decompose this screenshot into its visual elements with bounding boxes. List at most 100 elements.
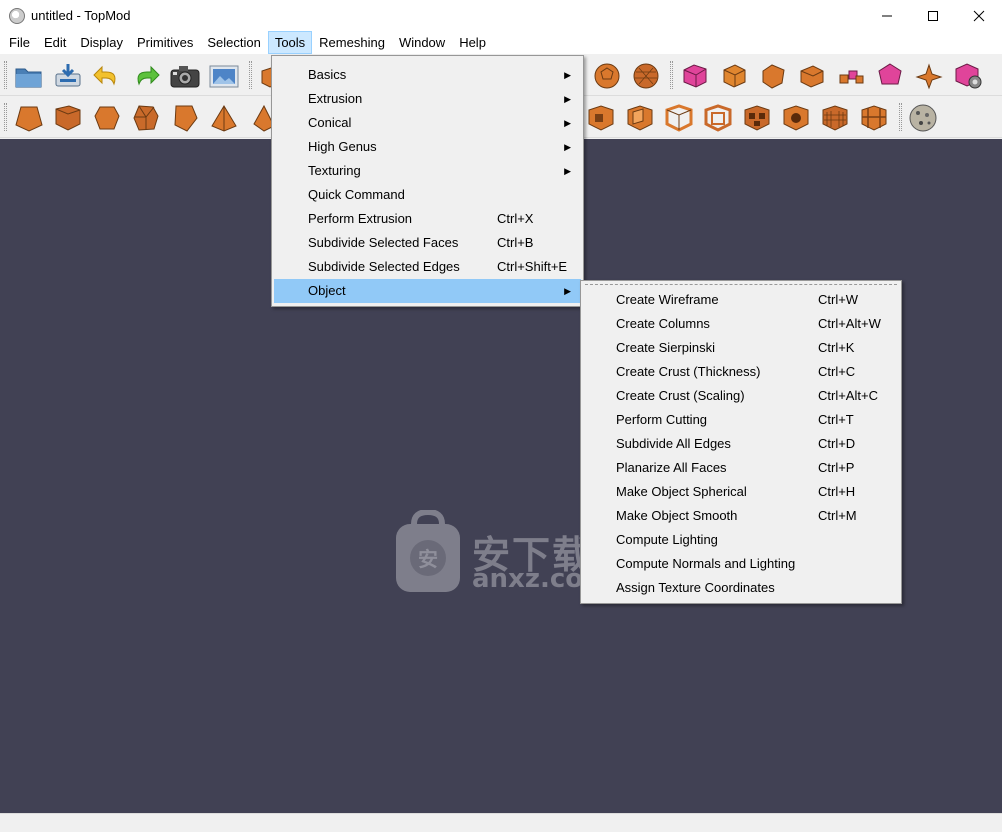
wire-cube-icon[interactable] [740, 101, 774, 135]
menu-bar: File Edit Display Primitives Selection T… [0, 31, 1002, 54]
open-box-icon[interactable] [623, 101, 657, 135]
pentagon-solid-icon[interactable] [90, 101, 124, 135]
box-cup-icon[interactable] [51, 101, 85, 135]
object-item-subdivide-all-edges[interactable]: Subdivide All Edges Ctrl+D [581, 432, 901, 456]
object-item-create-sierpinski[interactable]: Create Sierpinski Ctrl+K [581, 336, 901, 360]
save-icon[interactable] [51, 59, 85, 93]
menu-item-label: High Genus [308, 139, 377, 154]
menu-selection[interactable]: Selection [200, 31, 267, 54]
object-item-crust-scaling[interactable]: Create Crust (Scaling) Ctrl+Alt+C [581, 384, 901, 408]
tools-item-subdivide-edges[interactable]: Subdivide Selected Edges Ctrl+Shift+E [272, 255, 583, 279]
toolbar-separator [899, 103, 902, 131]
tools-item-extrusion[interactable]: Extrusion ▶ [272, 87, 583, 111]
menu-window[interactable]: Window [392, 31, 452, 54]
pink-dodecahedron-icon[interactable] [873, 59, 907, 93]
object-submenu: Create Wireframe Ctrl+W Create Columns Ctr… [580, 280, 902, 604]
tools-item-high-genus[interactable]: High Genus ▶ [272, 135, 583, 159]
mesh-cube-icon[interactable] [857, 101, 891, 135]
menu-item-label: Quick Command [308, 187, 405, 202]
menu-item-shortcut: Ctrl+B [497, 235, 534, 250]
prism-solid-icon[interactable] [168, 101, 202, 135]
object-item-make-spherical[interactable]: Make Object Spherical Ctrl+H [581, 480, 901, 504]
menu-item-shortcut: Ctrl+Shift+E [497, 259, 568, 274]
orange-cube-icon[interactable] [717, 59, 751, 93]
star-arms-icon[interactable] [912, 59, 946, 93]
tools-item-object[interactable]: Object ▶ [274, 279, 581, 303]
screenshot-camera-icon[interactable] [168, 59, 202, 93]
open-folder-icon[interactable] [12, 59, 46, 93]
menu-edit[interactable]: Edit [37, 31, 73, 54]
pyramid-frustum-icon[interactable] [12, 101, 46, 135]
menu-item-label: Create Sierpinski [616, 340, 715, 355]
watermark-badge: 安 [418, 547, 438, 571]
object-item-compute-lighting[interactable]: Compute Lighting [581, 528, 901, 552]
menu-item-label: Create Wireframe [616, 292, 719, 307]
toolbar-separator [670, 61, 673, 89]
tools-item-perform-extrusion[interactable]: Perform Extrusion Ctrl+X [272, 207, 583, 231]
tools-menu: Basics ▶ Extrusion ▶ Conical ▶ High Genus ▶ … [271, 55, 584, 307]
tear-off-line[interactable] [585, 284, 897, 285]
menu-primitives[interactable]: Primitives [130, 31, 200, 54]
menu-item-shortcut: Ctrl+W [818, 292, 859, 307]
menu-tools[interactable]: Tools [267, 31, 313, 54]
faceted-solid-icon[interactable] [129, 101, 163, 135]
submenu-arrow-icon: ▶ [564, 286, 571, 296]
toolbar-grip[interactable] [4, 103, 7, 131]
tools-item-quick-command[interactable]: Quick Command [272, 183, 583, 207]
menu-item-label: Compute Lighting [616, 532, 718, 547]
menu-display[interactable]: Display [73, 31, 130, 54]
tools-item-conical[interactable]: Conical ▶ [272, 111, 583, 135]
menu-item-label: Perform Extrusion [308, 211, 413, 226]
cube-cluster-icon[interactable] [834, 59, 868, 93]
object-item-make-smooth[interactable]: Make Object Smooth Ctrl+M [581, 504, 901, 528]
minimize-icon[interactable] [864, 0, 910, 31]
render-image-icon[interactable] [207, 59, 241, 93]
object-item-create-wireframe[interactable]: Create Wireframe Ctrl+W [581, 288, 901, 312]
edge-cube-icon[interactable] [795, 59, 829, 93]
tools-item-subdivide-faces[interactable]: Subdivide Selected Faces Ctrl+B [272, 231, 583, 255]
submenu-arrow-icon: ▶ [564, 70, 571, 80]
menu-item-shortcut: Ctrl+T [818, 412, 854, 427]
object-item-planarize-faces[interactable]: Planarize All Faces Ctrl+P [581, 456, 901, 480]
object-item-crust-thickness[interactable]: Create Crust (Thickness) Ctrl+C [581, 360, 901, 384]
pink-cube-icon[interactable] [678, 59, 712, 93]
title-bar: untitled - TopMod [0, 0, 1002, 31]
hollow-box-icon[interactable] [584, 101, 618, 135]
textured-sphere-icon[interactable] [906, 101, 940, 135]
menu-item-shortcut: Ctrl+X [497, 211, 534, 226]
soccer-ball-icon[interactable] [590, 59, 624, 93]
watermark: 安 安下载 anxz.com [392, 510, 612, 600]
tetra-solid-icon[interactable] [207, 101, 241, 135]
menu-file[interactable]: File [2, 31, 37, 54]
tools-item-basics[interactable]: Basics ▶ [272, 63, 583, 87]
settings-cube-icon[interactable] [951, 59, 985, 93]
status-bar [0, 813, 1002, 832]
menu-item-label: Extrusion [308, 91, 363, 106]
redo-icon[interactable] [129, 59, 163, 93]
menu-help[interactable]: Help [452, 31, 493, 54]
menu-item-shortcut: Ctrl+M [818, 508, 857, 523]
holey-cube-icon[interactable] [779, 101, 813, 135]
submenu-arrow-icon: ▶ [564, 166, 571, 176]
menu-item-label: Planarize All Faces [616, 460, 727, 475]
tools-item-texturing[interactable]: Texturing ▶ [272, 159, 583, 183]
geodesic-sphere-icon[interactable] [629, 59, 663, 93]
frame-cube-icon[interactable] [662, 101, 696, 135]
grid-cube-icon[interactable] [818, 101, 852, 135]
undo-icon[interactable] [90, 59, 124, 93]
window-title: untitled - TopMod [31, 8, 131, 23]
object-item-create-columns[interactable]: Create Columns Ctrl+Alt+W [581, 312, 901, 336]
close-icon[interactable] [956, 0, 1002, 31]
submenu-arrow-icon: ▶ [564, 118, 571, 128]
corner-cut-cube-icon[interactable] [756, 59, 790, 93]
object-item-texture-coords[interactable]: Assign Texture Coordinates [581, 576, 901, 600]
app-icon [9, 7, 25, 24]
menu-remeshing[interactable]: Remeshing [312, 31, 392, 54]
object-item-perform-cutting[interactable]: Perform Cutting Ctrl+T [581, 408, 901, 432]
lattice-cube-icon[interactable] [701, 101, 735, 135]
object-item-normals-lighting[interactable]: Compute Normals and Lighting [581, 552, 901, 576]
maximize-icon[interactable] [910, 0, 956, 31]
menu-item-label: Make Object Spherical [616, 484, 747, 499]
toolbar-grip[interactable] [4, 61, 7, 89]
toolbar-separator [249, 61, 252, 89]
